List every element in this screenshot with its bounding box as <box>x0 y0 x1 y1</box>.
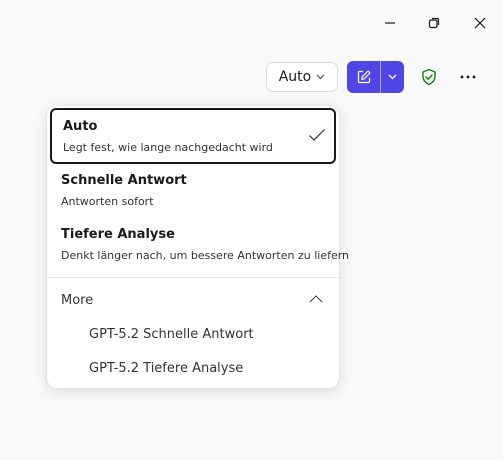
more-section-label: More <box>61 293 94 308</box>
minimize-icon <box>385 22 395 24</box>
menu-divider <box>47 277 339 278</box>
more-options-button[interactable] <box>455 64 481 90</box>
mode-option-description: Antworten sofort <box>61 195 154 208</box>
model-item-gpt-5-2-schnelle-antwort[interactable]: GPT-5.2 Schnelle Antwort <box>89 327 254 342</box>
new-chat-button[interactable] <box>347 61 380 93</box>
restore-icon <box>428 17 440 29</box>
mode-option-auto[interactable]: Auto Legt fest, wie lange nachgedacht wi… <box>50 108 336 164</box>
chevron-up-icon <box>309 295 323 303</box>
close-icon <box>474 17 486 29</box>
mode-option-schnelle-antwort[interactable]: Schnelle Antwort Antworten sofort <box>50 166 336 218</box>
chevron-down-icon <box>388 74 397 80</box>
shield-check-icon <box>422 68 436 86</box>
checkmark-icon <box>309 129 325 141</box>
mode-option-description: Legt fest, wie lange nachgedacht wird <box>63 141 273 154</box>
mode-option-tiefere-analyse[interactable]: Tiefere Analyse Denkt länger nach, um be… <box>50 220 349 272</box>
new-chat-split-button <box>347 61 404 93</box>
model-item-gpt-5-2-tiefere-analyse[interactable]: GPT-5.2 Tiefere Analyse <box>89 361 243 376</box>
ellipsis-icon <box>460 75 476 79</box>
mode-selector-label: Auto <box>278 69 312 85</box>
chevron-down-icon <box>316 74 325 80</box>
new-chat-dropdown-button[interactable] <box>381 61 404 93</box>
mode-option-description: Denkt länger nach, um bessere Antworten … <box>61 249 350 262</box>
mode-selector-button[interactable]: Auto <box>266 62 338 92</box>
privacy-shield-button[interactable] <box>416 64 442 90</box>
close-button[interactable] <box>467 10 493 36</box>
more-section-toggle[interactable]: More <box>47 286 339 316</box>
mode-option-title: Auto <box>63 119 98 134</box>
mode-option-title: Schnelle Antwort <box>61 173 187 188</box>
mode-menu: Auto Legt fest, wie lange nachgedacht wi… <box>47 106 349 388</box>
compose-icon <box>357 70 371 84</box>
mode-option-title: Tiefere Analyse <box>61 227 175 242</box>
minimize-button[interactable] <box>377 10 403 36</box>
restore-button[interactable] <box>421 10 447 36</box>
